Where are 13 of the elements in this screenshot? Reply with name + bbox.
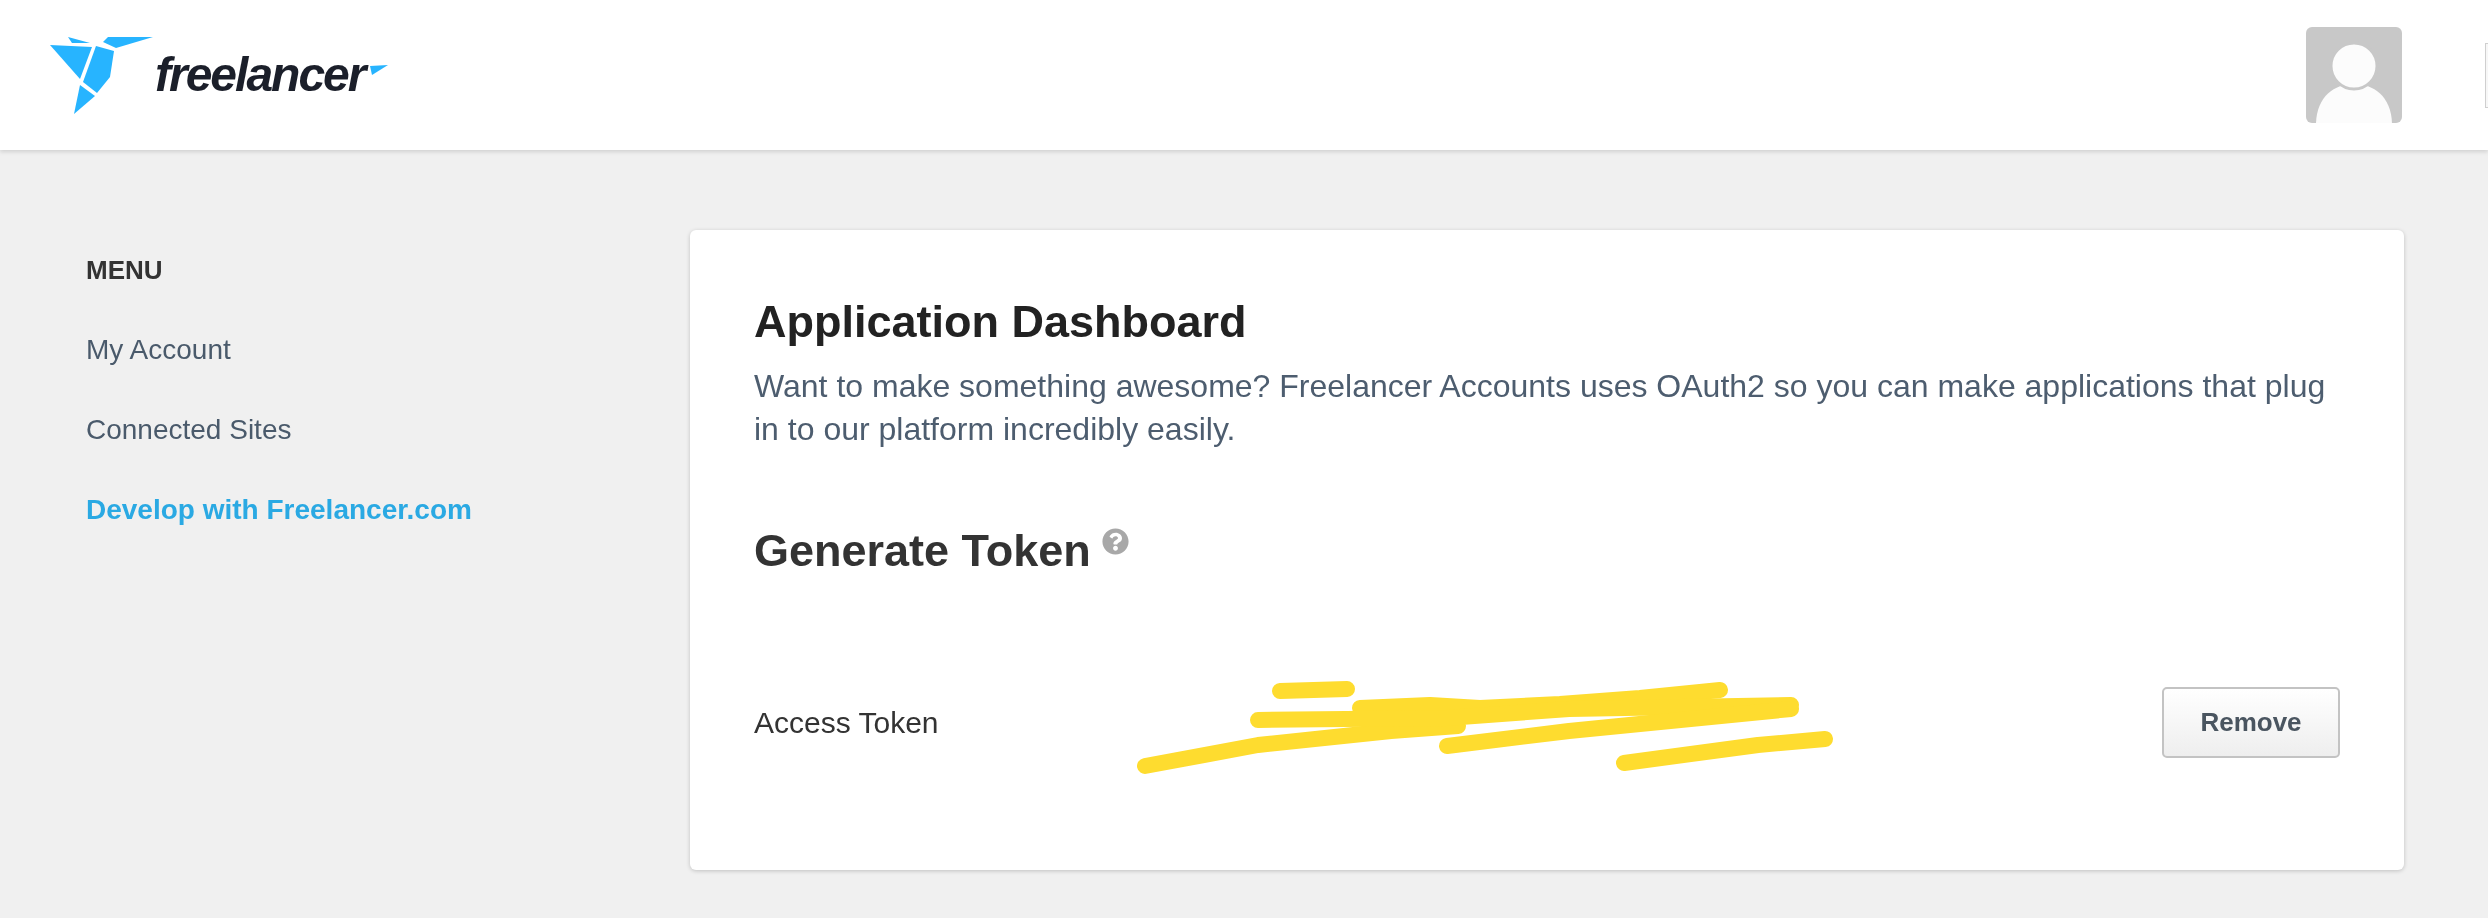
section-title: Generate Token [754,524,1091,578]
sidebar-link[interactable]: Connected Sites [86,413,292,447]
triangle-icon [370,65,389,75]
remove-button[interactable]: Remove [2162,687,2340,758]
token-label: Access Token [754,704,940,741]
sidebar-link[interactable]: My Account [86,333,231,367]
bird-logo-icon [50,36,153,114]
menu-heading: MENU [86,254,163,287]
page-title: Application Dashboard [754,295,1248,349]
help-icon[interactable] [1101,528,1129,555]
description-text: Want to make something awesome? Freelancer Accounts uses OAuth2 so you can make applications that plug in to our platform incredibly easily. [754,367,2327,449]
logo-wordmark: freelancer [155,51,369,99]
avatar-icon[interactable] [2306,27,2402,123]
